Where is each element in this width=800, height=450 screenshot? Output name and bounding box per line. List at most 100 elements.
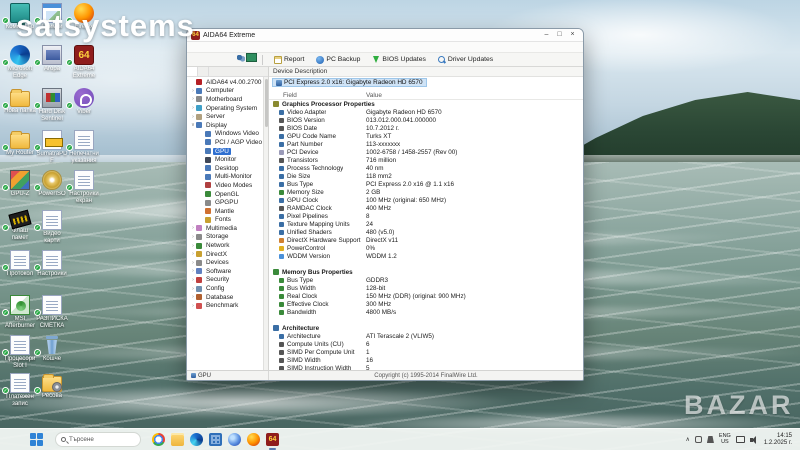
field-row[interactable]: Bus Width 128-bit [269,284,583,292]
field-row[interactable]: Compute Units (CU) 6 [269,340,583,348]
field-row[interactable]: SIMD Instruction Width 5 [269,364,583,370]
field-row[interactable]: Bus Type GDDR3 [269,276,583,284]
close-button[interactable]: × [566,29,579,41]
field-row[interactable]: RAMDAC Clock 400 MHz [269,204,583,212]
toolbar-button[interactable]: Driver Updates [432,55,499,64]
desktop-icon[interactable]: Непечатни указания [66,130,100,164]
tree-item[interactable]: › Network [187,241,268,250]
field-row[interactable]: PowerControl 0% [269,244,583,252]
toolbar-button[interactable]: Report [268,55,310,64]
sidebar-scrollbar[interactable] [263,77,268,370]
desktop-icon[interactable]: MSI Afterburner [2,295,36,329]
tree-item[interactable]: › Config [187,284,268,293]
field-row[interactable]: Real Clock 150 MHz (DDR) (original: 900 … [269,292,583,300]
desktop-icon[interactable]: Настройки [34,250,68,278]
field-row[interactable]: Die Size 118 mm2 [269,172,583,180]
field-row[interactable]: Process Technology 40 nm [269,164,583,172]
tree-item[interactable]: AIDA64 v4.00.2700 [187,78,268,87]
field-row[interactable]: Graphics Processor Properties [269,100,583,108]
network-icon[interactable] [735,436,745,443]
tree-item[interactable]: PCI / AGP Video [187,138,268,147]
desktop-icon[interactable]: My Router [2,130,36,157]
taskbar-app-icon[interactable] [189,432,204,447]
field-row[interactable]: BIOS Version 013.012.000.041.000000 [269,116,583,124]
tree-item[interactable]: › Database [187,293,268,302]
field-column-header[interactable]: Field [283,92,297,99]
toolbar-button[interactable]: BIOS Updates [366,55,431,64]
tree-item[interactable]: Mantle [187,207,268,216]
sidebar-tab[interactable] [198,67,209,76]
tree-item[interactable]: › Software [187,267,268,276]
field-row[interactable]: SIMD Width 16 [269,356,583,364]
tree-item[interactable]: Fonts [187,216,268,225]
tree-item[interactable]: Video Modes [187,181,268,190]
tray-app-icon[interactable] [694,436,702,443]
field-row[interactable]: PCI Device 1002-6758 / 1458-2557 (Rev 00… [269,148,583,156]
field-row[interactable]: Texture Mapping Units 24 [269,220,583,228]
field-row[interactable]: Memory Bus Properties [269,268,583,276]
desktop-icon[interactable]: Нова папка [2,88,36,115]
tree-item[interactable]: › Multimedia [187,224,268,233]
tray-app-icon[interactable] [706,436,714,443]
clock[interactable]: 14:15 1.2.2025 г. [764,433,792,447]
start-button[interactable] [30,433,43,446]
tree-item[interactable]: › Computer [187,87,268,96]
tree-item[interactable]: Multi-Monitor [187,173,268,182]
desktop-icon[interactable]: Hard Disk Sentinel [34,88,68,122]
minimize-button[interactable]: – [540,29,553,41]
title-bar[interactable]: AIDA64 Extreme – □ × [187,29,583,42]
taskbar-app-icon[interactable] [151,432,166,447]
tree-item[interactable]: ∨ Display [187,121,268,130]
tree-item[interactable]: › Motherboard [187,95,268,104]
field-row[interactable]: Unified Shaders 480 (v5.0) [269,228,583,236]
field-row[interactable]: Part Number 113-xxxxxxx [269,140,583,148]
taskbar-app-icon[interactable] [208,432,223,447]
tray-overflow-chevron-icon[interactable]: ∧ [686,436,690,443]
desktop-icon[interactable]: Платежен запис [2,373,36,407]
field-row[interactable]: Transistors 716 million [269,156,583,164]
volume-icon[interactable] [749,435,759,444]
tree-item[interactable]: › Devices [187,258,268,267]
field-row[interactable]: Video Adapter Gigabyte Radeon HD 6570 [269,108,583,116]
tree-item[interactable]: GPU [187,147,268,156]
field-row[interactable]: DirectX Hardware Support DirectX v11 [269,236,583,244]
tree-item[interactable]: Windows Video [187,130,268,139]
nav-button[interactable] [246,53,257,66]
tree-item[interactable]: › DirectX [187,250,268,259]
field-row[interactable]: Bus Type PCI Express 2.0 x16 @ 1.1 x16 [269,180,583,188]
desktop-icon[interactable]: PowerISO [34,170,68,198]
desktop-icon[interactable]: РАЗПИСКА СМЕТКА [34,295,68,329]
tree-item[interactable]: OpenGL [187,190,268,199]
tree-item[interactable]: Desktop [187,164,268,173]
field-row[interactable]: SIMD Per Compute Unit 1 [269,348,583,356]
nav-button[interactable] [235,53,246,66]
desktop-icon[interactable]: Флаш памет [2,209,36,241]
field-row[interactable]: GPU Code Name Turks XT [269,132,583,140]
value-column-header[interactable]: Value [366,92,382,99]
desktop-icon[interactable]: AIDA64 Extreme [66,45,100,79]
desktop-icon[interactable]: Агора [34,45,68,73]
language-indicator[interactable]: ENG US [719,433,731,445]
taskbar-app-icon[interactable] [265,432,280,450]
tree-item[interactable]: › Operating System [187,104,268,113]
device-row[interactable]: PCI Express 2.0 x16: Gigabyte Radeon HD … [269,77,583,88]
taskbar-search[interactable]: Търсене [55,432,141,447]
desktop-icon[interactable]: Viber [66,88,100,116]
desktop-icon[interactable]: Microsoft Edge [2,45,36,79]
field-row[interactable]: Pixel Pipelines 8 [269,212,583,220]
desktop-icon[interactable]: GPU-Z [2,170,36,198]
field-row[interactable]: WDDM Version WDDM 1.2 [269,252,583,260]
desktop-icon[interactable]: Кошче [34,335,68,363]
toolbar-button[interactable]: PC Backup [310,55,366,64]
sidebar-tab[interactable] [187,67,198,76]
field-row[interactable]: Bandwidth 4800 MB/s [269,308,583,316]
desktop-icon[interactable]: Настройки екран [66,170,100,204]
tree-item[interactable]: › Benchmark [187,301,268,310]
maximize-button[interactable]: □ [553,29,566,41]
field-row[interactable]: GPU Clock 100 MHz (original: 650 MHz) [269,196,583,204]
field-row[interactable]: Memory Size 2 GB [269,188,583,196]
field-row[interactable]: Effective Clock 300 MHz [269,300,583,308]
tree-item[interactable]: › Security [187,276,268,285]
taskbar-app-icon[interactable] [170,432,185,447]
tree-item[interactable]: Monitor [187,155,268,164]
